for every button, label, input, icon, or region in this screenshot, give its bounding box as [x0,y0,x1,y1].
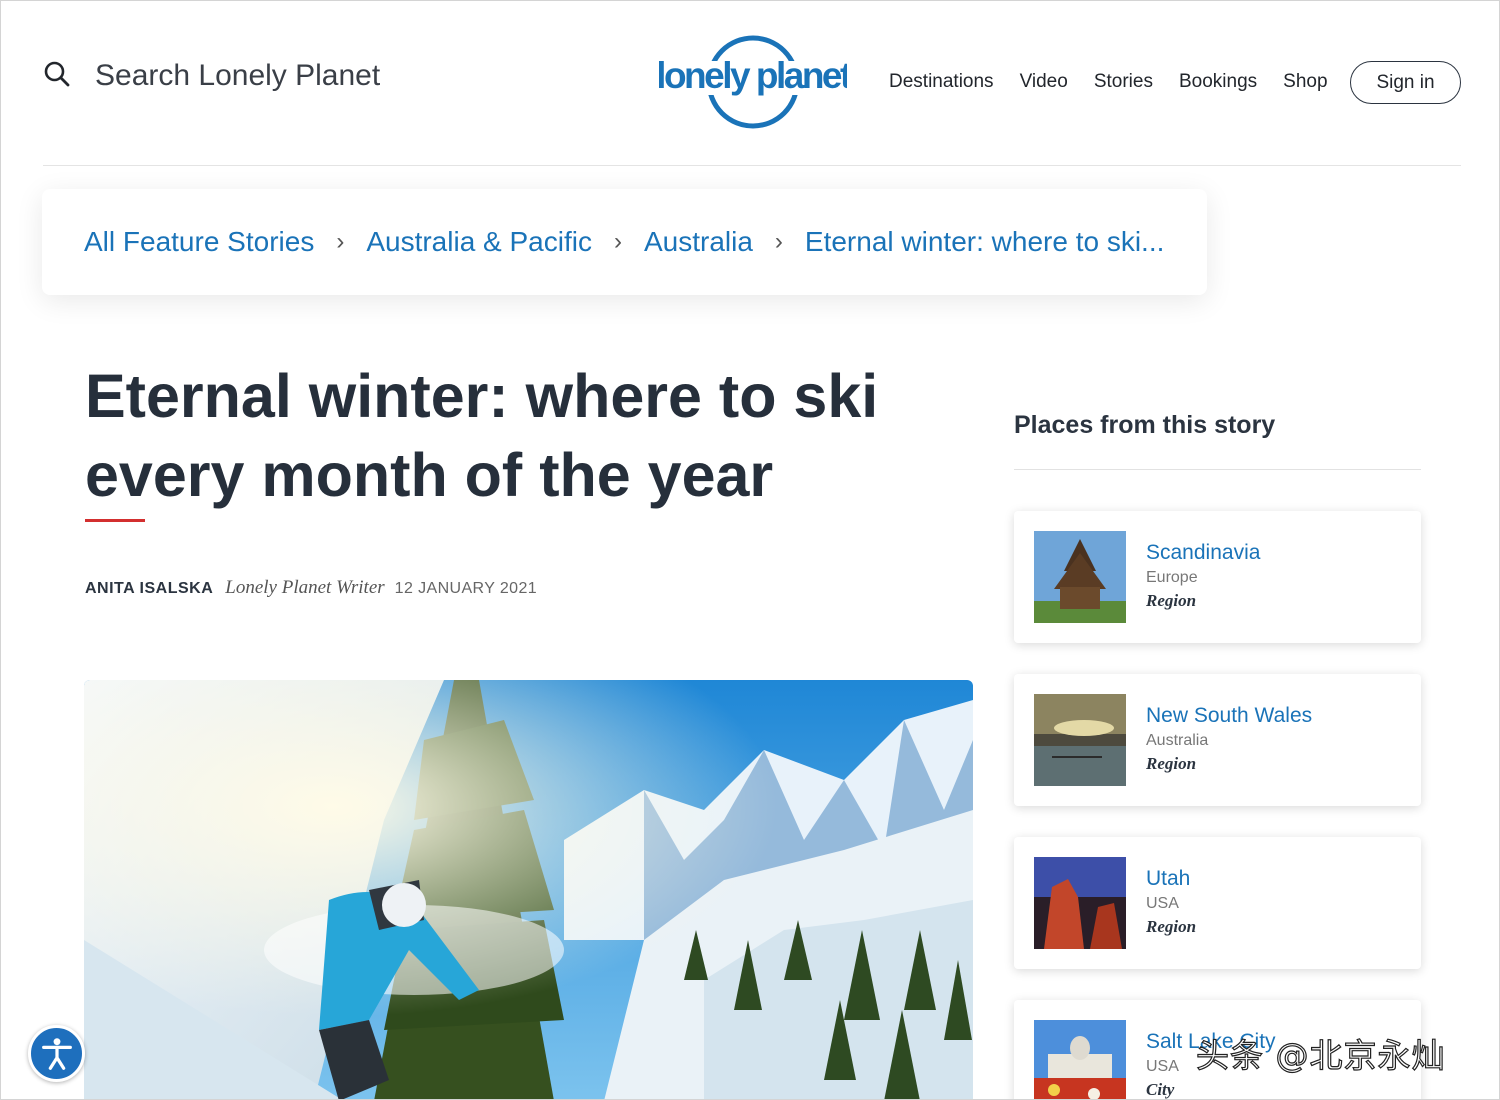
author-role: Lonely Planet Writer [225,577,385,598]
page: lonely planet Destinations Video Stories… [0,0,1500,1100]
main-nav: Destinations Video Stories Bookings Shop [889,61,1354,103]
place-card-utah[interactable]: Utah USA Region [1014,837,1421,969]
breadcrumb-australia-pacific[interactable]: Australia & Pacific [366,226,592,258]
place-thumbnail [1034,531,1126,623]
place-parent: USA [1146,1058,1179,1075]
author-name[interactable]: ANITA ISALSKA [85,580,213,598]
sidebar-divider [1014,469,1421,470]
search-bar[interactable] [43,59,425,93]
sidebar-title: Places from this story [1014,411,1276,439]
nav-video[interactable]: Video [1020,61,1068,103]
place-thumbnail [1034,694,1126,786]
search-icon[interactable] [43,60,71,93]
sign-in-button[interactable]: Sign in [1350,61,1461,104]
nav-stories[interactable]: Stories [1094,61,1153,103]
chevron-right-icon: › [336,228,345,255]
article-title: Eternal winter: where to ski every month… [85,362,879,509]
accessibility-icon [41,1037,72,1070]
hero-image-skier [84,680,973,1099]
breadcrumb-all-feature-stories[interactable]: All Feature Stories [84,226,314,258]
byline: ANITA ISALSKA Lonely Planet Writer 12 JA… [85,577,537,599]
place-name[interactable]: New South Wales [1146,704,1312,728]
place-card-scandinavia[interactable]: Scandinavia Europe Region [1014,511,1421,643]
breadcrumb-australia[interactable]: Australia [644,226,753,258]
chevron-right-icon: › [774,228,783,255]
logo-wordmark: lonely planet [659,55,847,96]
nav-shop[interactable]: Shop [1283,61,1327,103]
lonely-planet-logo[interactable]: lonely planet [656,35,855,129]
place-type: Region [1146,754,1197,773]
place-thumbnail [1034,857,1126,949]
watermark: 头条 @北京永灿 [1195,1035,1446,1075]
place-parent: Australia [1146,732,1209,749]
breadcrumb-current-article[interactable]: Eternal winter: where to ski... [805,226,1164,258]
place-name[interactable]: Scandinavia [1146,541,1260,565]
place-type: Region [1146,917,1197,936]
nav-destinations[interactable]: Destinations [889,61,994,103]
publish-date: 12 JANUARY 2021 [394,580,538,597]
breadcrumb: All Feature Stories › Australia & Pacifi… [42,189,1207,295]
place-name[interactable]: Utah [1146,867,1190,891]
place-thumbnail [1034,1020,1126,1099]
place-type: City [1146,1080,1175,1099]
accessibility-button[interactable] [28,1025,85,1082]
site-header: lonely planet Destinations Video Stories… [1,1,1499,165]
chevron-right-icon: › [613,228,622,255]
place-card-new-south-wales[interactable]: New South Wales Australia Region [1014,674,1421,806]
place-type: Region [1146,591,1197,610]
place-parent: USA [1146,895,1179,912]
place-parent: Europe [1146,569,1198,586]
nav-bookings[interactable]: Bookings [1179,61,1257,103]
title-accent-rule [85,519,145,522]
header-divider [43,165,1461,166]
search-input[interactable] [95,59,425,93]
